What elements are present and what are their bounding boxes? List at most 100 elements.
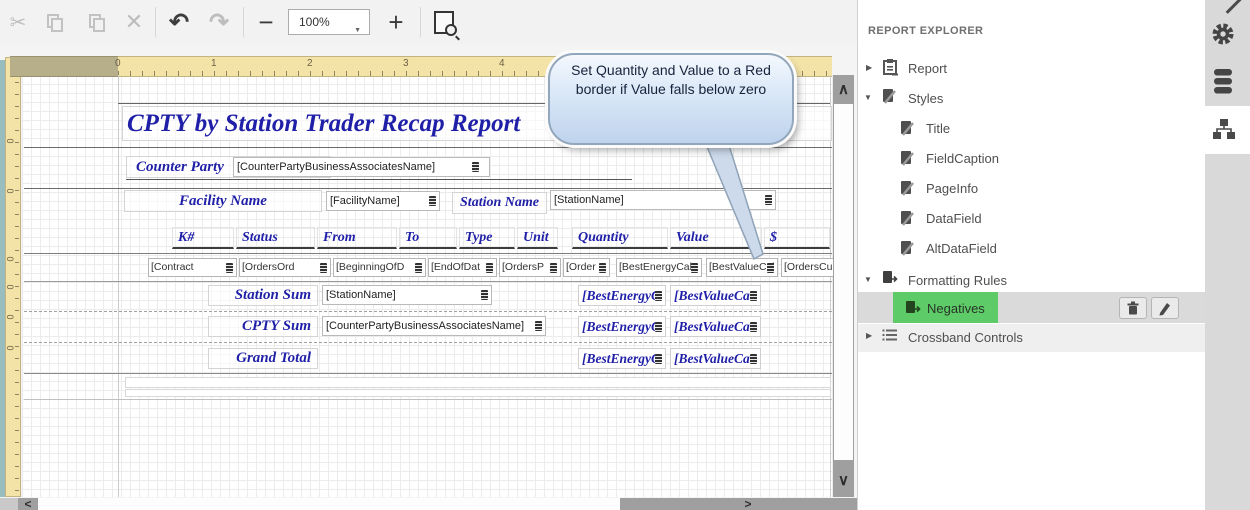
cpty-sum-field[interactable]: [CounterPartyBusinessAssociatesName] [322,316,546,336]
underline-rule [126,179,632,180]
toolbar-separator [155,7,156,37]
bound-field-icon [750,291,757,301]
callout-text: Set Quantity and Value to a Red border i… [564,61,778,99]
vertical-ruler: 0 0 0 0 0 0 [5,57,21,497]
tree-item-crossband[interactable]: Crossband Controls [908,330,1023,345]
tree-item-pageinfo-style[interactable]: PageInfo [926,181,978,196]
facility-caption[interactable]: Facility Name [124,190,322,212]
zoom-out-icon[interactable]: − [250,7,282,37]
tree-item-title-style[interactable]: Title [926,121,950,136]
grand-total-energy[interactable]: [BestEnergyC [578,348,666,369]
grand-total-caption[interactable]: Grand Total [208,348,318,369]
facility-label: Facility Name [179,193,267,209]
bound-field-icon [655,291,662,301]
bound-field-icon [486,263,493,273]
style-icon [900,120,916,136]
scroll-up-icon[interactable]: ∧ [833,78,854,100]
grand-total-value[interactable]: [BestValueCa [670,348,761,369]
tree-item-fieldcaption-style[interactable]: FieldCaption [926,151,999,166]
detail-field-order[interactable]: [OrdersOrd [239,258,331,277]
undo-icon[interactable]: ↶ [163,7,195,37]
zoom-in-icon[interactable]: + [380,7,412,37]
column-header-from[interactable]: From [317,227,397,249]
column-header-k[interactable]: K# [172,227,234,249]
edit-rule-button[interactable] [1151,297,1179,319]
cut-icon[interactable]: ✂ [2,7,34,37]
bound-field-icon [472,162,479,172]
tree-item-formatting-rules[interactable]: Formatting Rules [908,273,1007,288]
station-sum-field[interactable]: [StationName] [322,285,492,305]
column-header-to[interactable]: To [399,227,457,249]
collapse-icon[interactable]: ▼ [864,275,872,284]
detail-field-begin[interactable]: [BeginningOfD [333,258,426,277]
pencil-icon [1157,300,1173,316]
style-icon [900,180,916,196]
style-icon [900,240,916,256]
report-explorer-tree-icon[interactable] [1212,118,1236,141]
tree-item-styles[interactable]: Styles [908,91,943,106]
paste-pages-icon [89,14,103,30]
detail-field-currency[interactable]: [OrdersCurre [781,258,833,277]
detail-field-end[interactable]: [EndOfDat [428,258,497,277]
cpty-sum-energy[interactable]: [BestEnergyC [578,316,666,337]
column-header-currency[interactable]: $ [764,227,830,249]
detail-field-contract[interactable]: [Contract [148,258,237,277]
scroll-left-icon[interactable]: < [18,498,38,510]
empty-band[interactable] [125,389,831,397]
preview-icon[interactable] [428,7,460,37]
tree-item-altdatafield-style[interactable]: AltDataField [926,241,997,256]
station-sum-caption[interactable]: Station Sum [208,285,318,306]
margin-guide-left [118,75,119,497]
delete-rule-button[interactable] [1119,297,1147,319]
tree-item-negatives[interactable]: Negatives [927,301,985,316]
counter-party-field-text: [CounterPartyBusinessAssociatesName] [237,161,435,173]
counter-party-field[interactable]: [CounterPartyBusinessAssociatesName] [233,157,490,177]
v-ruler-zero: 0 [6,284,16,289]
copy-icon[interactable] [38,7,70,37]
station-sum-value[interactable]: [BestValueCa [670,285,761,306]
bound-field-icon [550,263,557,273]
database-icon[interactable] [1212,68,1234,96]
station-caption[interactable]: Station Name [452,192,547,214]
bound-field-icon [750,322,757,332]
paste-icon[interactable] [80,7,112,37]
v-ruler-zero: 0 [6,314,16,319]
horizontal-scroll-thumb[interactable] [38,498,620,510]
scroll-down-icon[interactable]: ∨ [833,468,854,492]
delete-icon[interactable]: ✕ [118,7,150,37]
scroll-right-icon[interactable]: > [738,498,758,510]
cpty-sum-value[interactable]: [BestValueCa [670,316,761,337]
redo-icon[interactable]: ↷ [203,7,235,37]
expand-icon[interactable]: ▶ [866,63,872,72]
empty-band[interactable] [125,377,831,388]
bound-field-icon [429,196,436,206]
detail-field-order2[interactable]: [Order [563,258,610,277]
vertical-scroll-thumb[interactable] [834,104,853,460]
column-header-quantity[interactable]: Quantity [572,227,668,249]
column-header-status[interactable]: Status [236,227,315,249]
toolbar-separator [243,7,244,37]
station-sum-energy[interactable]: [BestEnergyC [578,285,666,306]
bound-field-icon [481,290,488,300]
ruler-number: 4 [499,58,505,69]
column-header-type[interactable]: Type [459,227,515,249]
grand-total-label: Grand Total [236,350,317,366]
chevron-down-icon: ▼ [354,19,361,43]
crossband-icon [882,328,898,342]
detail-field-ordersp[interactable]: [OrdersP [499,258,561,277]
settings-gear-icon[interactable] [1211,22,1235,46]
facility-field[interactable]: [FacilityName] [326,191,440,211]
cpty-sum-caption[interactable]: CPTY Sum [208,316,318,337]
bound-field-icon [599,263,606,273]
band-line [24,373,832,374]
tree-item-datafield-style[interactable]: DataField [926,211,982,226]
horizontal-ruler-margin [10,56,118,77]
collapse-icon[interactable]: ▼ [864,93,872,102]
formatting-rules-icon [882,270,898,286]
column-header-unit[interactable]: Unit [517,227,558,249]
tree-item-report[interactable]: Report [908,61,947,76]
ruler-number: 1 [211,58,217,69]
expand-icon[interactable]: ▶ [866,331,872,340]
bound-field-icon [750,354,757,364]
zoom-select[interactable]: 100% ▼ [288,9,370,35]
